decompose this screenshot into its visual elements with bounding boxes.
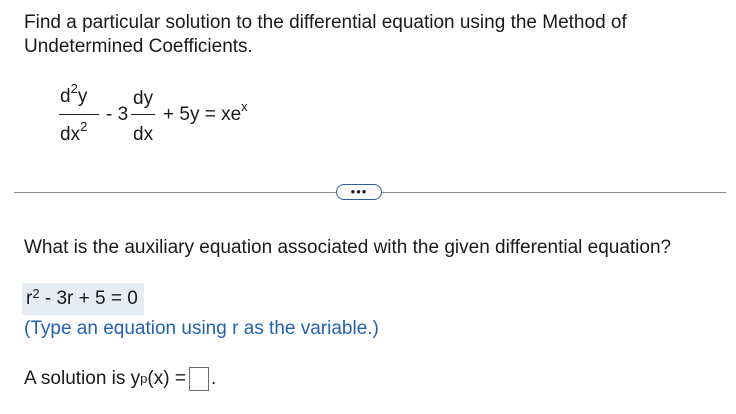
solution-line: A solution is y p (x) = . [24,367,217,391]
prompt-line-1: Find a particular solution to the differ… [24,12,627,33]
answer-hint: (Type an equation using r as the variabl… [24,318,379,339]
divider-right [382,192,726,193]
rhs-exponent: x [241,98,248,114]
answer-rest: - 3r + 5 = 0 [39,288,138,309]
solution-period: . [210,368,217,389]
question-text: What is the auxiliary equation associate… [24,237,672,258]
fraction-bar-2 [131,114,155,115]
show-more-button[interactable]: ••• [336,184,382,200]
prompt-line-2: Undetermined Coefficients. [24,36,253,57]
problem-prompt: Find a particular solution to the differ… [24,11,714,59]
num-y: y [77,86,88,107]
particular-solution-input[interactable] [188,367,209,391]
second-derivative-numerator: d2y [60,82,88,108]
second-derivative-denominator: dx2 [60,120,87,146]
minus-three: - 3 [106,104,129,125]
den-exponent: 2 [80,118,88,134]
first-derivative-numerator: dy [133,88,154,109]
rhs-text: + 5y = xe [163,104,242,125]
solution-suffix: (x) = [147,368,186,389]
answer-exponent: 2 [32,285,40,301]
divider-left [14,192,336,193]
num-d: d [60,86,71,107]
solution-prefix: A solution is y [24,368,141,389]
num-exponent: 2 [70,80,78,96]
answer-auxiliary-equation[interactable]: r2 - 3r + 5 = 0 [22,283,144,315]
equation-rhs: + 5y = xex [163,100,248,126]
fraction-bar-1 [59,114,99,115]
first-derivative-denominator: dx [133,124,154,145]
den-dx: dx [60,124,81,145]
